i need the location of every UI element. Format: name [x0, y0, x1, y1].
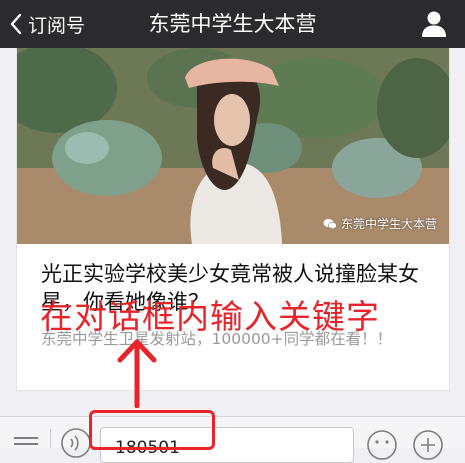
chevron-left-icon	[10, 13, 22, 35]
back-label: 订阅号	[28, 14, 86, 37]
emoji-icon[interactable]	[366, 429, 398, 461]
wechat-icon	[323, 218, 337, 229]
message-input[interactable]: 180501	[100, 427, 354, 463]
article-card[interactable]: 东莞中学生大本营 光正实验学校美少女竟常被人说撞脸某女星，你看她像谁？ 东莞中学…	[16, 48, 450, 391]
chat-input-bar: 180501	[0, 416, 465, 463]
back-button[interactable]: 订阅号	[10, 0, 85, 48]
navigation-bar: 订阅号 东莞中学生大本营	[0, 0, 465, 48]
watermark-text: 东莞中学生大本营	[340, 217, 437, 231]
cover-watermark: 东莞中学生大本营	[323, 215, 437, 232]
arrow-up-icon	[117, 339, 157, 408]
voice-icon[interactable]	[60, 427, 92, 459]
annotation-text: 在对话框内输入关键字	[40, 297, 380, 336]
cover-image: 东莞中学生大本营	[17, 48, 449, 244]
plus-icon[interactable]	[412, 429, 444, 461]
divider	[50, 429, 51, 448]
menu-icon[interactable]	[14, 437, 38, 449]
profile-icon[interactable]	[419, 9, 449, 39]
